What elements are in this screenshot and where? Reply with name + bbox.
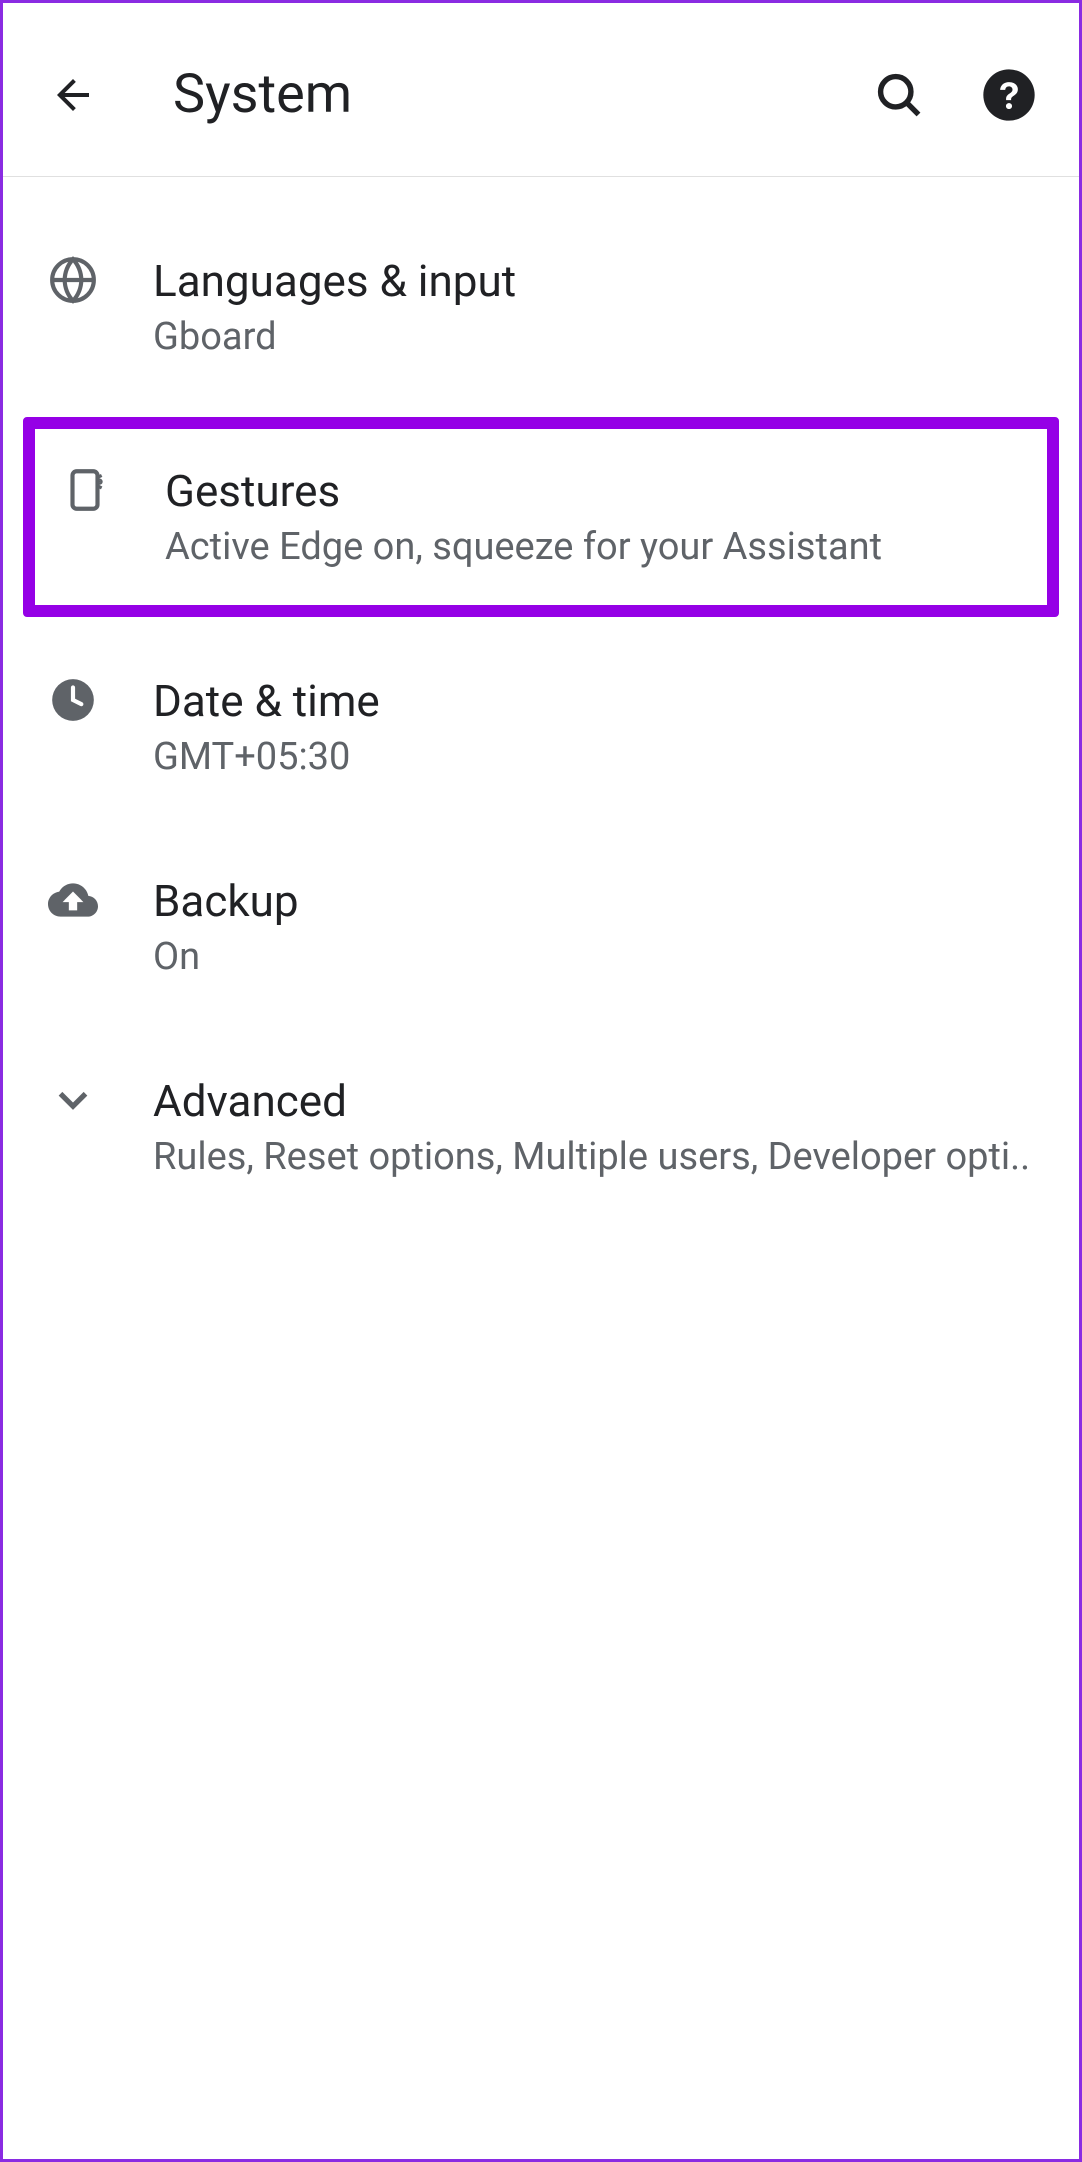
- setting-text: Backup On: [143, 875, 1039, 979]
- setting-languages-input[interactable]: Languages & input Gboard: [3, 207, 1079, 407]
- setting-gestures[interactable]: Gestures Active Edge on, squeeze for you…: [23, 417, 1059, 617]
- gesture-phone-icon: [60, 465, 110, 515]
- setting-text: Languages & input Gboard: [143, 255, 1039, 359]
- setting-subtitle: On: [153, 935, 1039, 979]
- setting-title: Date & time: [153, 675, 1039, 727]
- setting-subtitle: Rules, Reset options, Multiple users, De…: [153, 1135, 1039, 1179]
- search-button[interactable]: [869, 65, 929, 125]
- setting-icon-container: [43, 675, 143, 725]
- setting-title: Gestures: [165, 465, 1027, 517]
- arrow-back-icon: [49, 71, 97, 119]
- back-button[interactable]: [43, 65, 103, 125]
- clock-icon: [48, 675, 98, 725]
- setting-icon-container: [55, 465, 155, 515]
- settings-list: Languages & input Gboard Gestures Active…: [3, 177, 1079, 1227]
- help-button[interactable]: [979, 65, 1039, 125]
- setting-icon-container: [43, 255, 143, 305]
- setting-text: Date & time GMT+05:30: [143, 675, 1039, 779]
- setting-text: Advanced Rules, Reset options, Multiple …: [143, 1075, 1039, 1179]
- setting-title: Languages & input: [153, 255, 1039, 307]
- app-header: System: [3, 3, 1079, 177]
- setting-icon-container: [43, 1075, 143, 1125]
- setting-icon-container: [43, 875, 143, 925]
- setting-backup[interactable]: Backup On: [3, 827, 1079, 1027]
- cloud-upload-icon: [48, 875, 98, 925]
- setting-text: Gestures Active Edge on, squeeze for you…: [155, 465, 1027, 569]
- setting-subtitle: GMT+05:30: [153, 735, 1039, 779]
- setting-subtitle: Active Edge on, squeeze for your Assista…: [165, 525, 1027, 569]
- search-icon: [873, 69, 925, 121]
- help-icon: [981, 67, 1037, 123]
- globe-icon: [48, 255, 98, 305]
- setting-subtitle: Gboard: [153, 315, 1039, 359]
- setting-title: Advanced: [153, 1075, 1039, 1127]
- setting-advanced[interactable]: Advanced Rules, Reset options, Multiple …: [3, 1027, 1079, 1227]
- header-actions: [869, 65, 1039, 125]
- setting-title: Backup: [153, 875, 1039, 927]
- chevron-down-icon: [48, 1075, 98, 1125]
- setting-date-time[interactable]: Date & time GMT+05:30: [3, 627, 1079, 827]
- page-title: System: [173, 63, 869, 126]
